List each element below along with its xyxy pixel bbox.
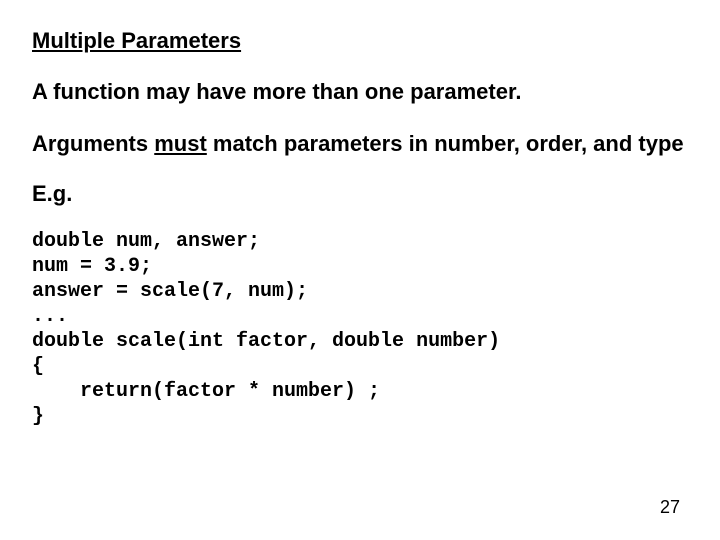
paragraph-intro: A function may have more than one parame… (32, 78, 688, 106)
slide: Multiple Parameters A function may have … (0, 0, 720, 540)
code-block: double num, answer; num = 3.9; answer = … (32, 229, 688, 429)
paragraph-rule: Arguments must match parameters in numbe… (32, 130, 688, 158)
paragraph-rule-post: match parameters in number, order, and t… (207, 131, 684, 156)
page-number: 27 (660, 497, 680, 518)
paragraph-rule-pre: Arguments (32, 131, 154, 156)
paragraph-rule-must: must (154, 131, 207, 156)
example-label: E.g. (32, 181, 688, 207)
slide-title: Multiple Parameters (32, 28, 688, 54)
